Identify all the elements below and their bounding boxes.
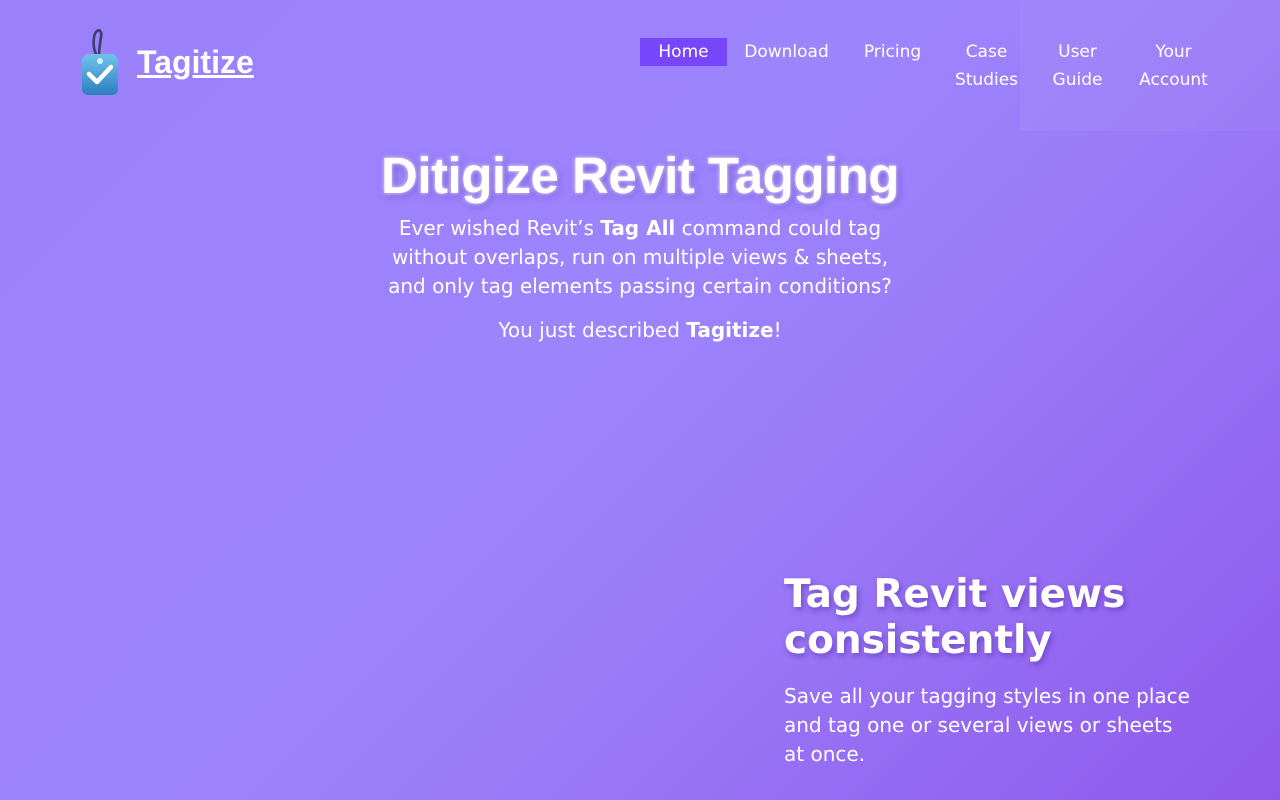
- brand-name[interactable]: Tagitize: [137, 43, 254, 81]
- nav-your-account-line1: Your: [1155, 42, 1192, 62]
- nav-your-account-line2: Account: [1139, 70, 1208, 90]
- hero-description: Ever wished Revit’s Tag All command coul…: [380, 214, 900, 301]
- nav-user-guide-line2: Guide: [1052, 70, 1103, 90]
- nav-your-account[interactable]: Your Account: [1121, 38, 1226, 94]
- nav-user-guide-line1: User: [1058, 42, 1097, 62]
- hero-tagline-bold: Tagitize: [686, 318, 774, 342]
- main-navigation: Home Download Pricing Case Studies User …: [640, 38, 1226, 94]
- nav-case-studies-line1: Case: [965, 42, 1008, 62]
- hero-tagline-post: !: [773, 318, 782, 342]
- hero-title: Ditigize Revit Tagging: [381, 147, 899, 204]
- hero-tagline-pre: You just described: [498, 318, 687, 342]
- tag-checkmark-icon: [82, 29, 118, 95]
- nav-pricing[interactable]: Pricing: [846, 38, 939, 66]
- feature-description: Save all your tagging styles in one plac…: [784, 684, 1190, 766]
- nav-user-guide[interactable]: User Guide: [1034, 38, 1121, 94]
- nav-home[interactable]: Home: [640, 38, 727, 66]
- feature-title: Tag Revit views consistently: [784, 572, 1126, 663]
- hero-tagline: You just described Tagitize!: [380, 316, 900, 345]
- logo[interactable]: Tagitize: [80, 28, 254, 96]
- hero-description-pre: Ever wished Revit’s: [398, 216, 601, 240]
- nav-download[interactable]: Download: [727, 38, 846, 66]
- hero-description-bold: Tag All: [600, 216, 676, 240]
- nav-case-studies[interactable]: Case Studies: [939, 38, 1034, 94]
- nav-case-studies-line2: Studies: [954, 70, 1019, 90]
